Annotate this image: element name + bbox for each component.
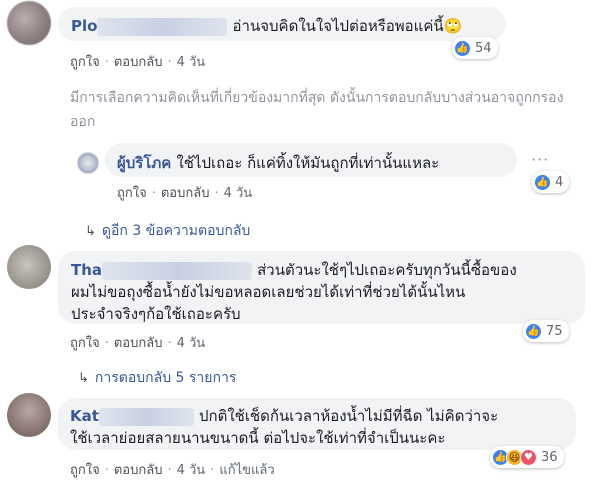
comment-text-line: ส่วนตัวนะใช้ๆไปเถอะครับทุกวันนี้ซื้อของ bbox=[257, 261, 517, 279]
more-options-button[interactable]: ··· bbox=[531, 150, 549, 169]
comment-actions: ถูกใจ · ตอบกลับ · 4 วัน · แก้ไขแล้ว bbox=[70, 463, 275, 478]
reaction-count: 54 bbox=[475, 40, 492, 56]
comment-actions: ถูกใจ · ตอบกลับ · 4 วัน bbox=[70, 336, 206, 351]
commenter-name[interactable]: Tha bbox=[71, 261, 102, 279]
commenter-name[interactable]: Plo bbox=[71, 17, 97, 35]
edited-label[interactable]: แก้ไขแล้ว bbox=[219, 463, 274, 478]
relevance-note: มีการเลือกความคิดเห็นที่เกี่ยวข้องมากที่… bbox=[70, 90, 564, 130]
blurred-name bbox=[97, 17, 228, 36]
timestamp[interactable]: 4 วัน bbox=[177, 463, 206, 478]
reaction-count: 75 bbox=[546, 323, 563, 339]
comment-bubble: Kat ปกติใช้เช็ดก้นเวลาห้องน้ำไม่มีที่ฉีด… bbox=[58, 398, 576, 450]
timestamp[interactable]: 4 วัน bbox=[177, 55, 206, 70]
reply-text: ใช้ไปเถอะ ก็แค่ทิ้งให้มันถูกที่เท่านั้นแ… bbox=[176, 154, 440, 172]
like-reaction-icon: 👍 bbox=[525, 322, 542, 340]
reply-link[interactable]: ตอบกลับ bbox=[114, 463, 163, 478]
comment-bubble: Tha ส่วนตัวนะใช้ๆไปเถอะครับทุกวันนี้ซื้อ… bbox=[58, 251, 585, 324]
reply-arrow-icon: ↳ bbox=[78, 371, 89, 386]
blurred-name bbox=[98, 407, 194, 426]
comment-text-line: ใช้เวลาย่อยสลายนานขนาดนี้ ต่อไปจะใช้เท่า… bbox=[70, 429, 446, 447]
comment-text: อ่านจบคิดในใจไปต่อหรือพอแค่นี้🙄 bbox=[232, 17, 463, 35]
reaction-summary[interactable]: 👍 75 bbox=[523, 320, 569, 342]
like-link[interactable]: ถูกใจ bbox=[70, 336, 100, 351]
comment-text-line: ปกติใช้เช็ดก้นเวลาห้องน้ำไม่มีที่ฉีด ไม่… bbox=[199, 407, 499, 425]
commenter-avatar[interactable] bbox=[7, 393, 51, 437]
timestamp[interactable]: 4 วัน bbox=[177, 336, 206, 351]
comment-bubble: Plo อ่านจบคิดในใจไปต่อหรือพอแค่นี้🙄 bbox=[58, 7, 506, 41]
reply-actions: ถูกใจ · ตอบกลับ · 4 วัน bbox=[117, 186, 253, 201]
commenter-name[interactable]: Kat bbox=[70, 407, 99, 425]
reply-arrow-icon: ↳ bbox=[85, 224, 96, 239]
reply-author-name[interactable]: ผู้บริโภค bbox=[117, 154, 171, 172]
love-reaction-icon: ♥ bbox=[520, 448, 537, 466]
reaction-count: 36 bbox=[541, 449, 558, 465]
commenter-avatar[interactable] bbox=[7, 1, 51, 45]
reply-link[interactable]: ตอบกลับ bbox=[161, 186, 210, 201]
reaction-summary[interactable]: 👍 54 bbox=[452, 37, 498, 59]
reply-avatar[interactable] bbox=[77, 152, 99, 174]
commenter-avatar[interactable] bbox=[7, 245, 51, 289]
comment-text-line: ผมไม่ขอถุงซื้อน้ำยังไม่ขอหลอดเลยช่วยได้เ… bbox=[71, 283, 466, 301]
like-reaction-icon: 👍 bbox=[534, 173, 551, 191]
reply-link[interactable]: ตอบกลับ bbox=[114, 55, 163, 70]
blurred-name bbox=[102, 261, 253, 280]
reply-reaction-summary[interactable]: 👍 4 bbox=[532, 171, 570, 193]
view-more-replies-link[interactable]: ↳ ดูอีก 3 ข้อความตอบกลับ bbox=[85, 220, 250, 242]
like-link[interactable]: ถูกใจ bbox=[70, 463, 100, 478]
comment-text-line: ประจำจริงๆก้อใช้เถอะครับ bbox=[71, 305, 241, 323]
reply-bubble: ผู้บริโภค ใช้ไปเถอะ ก็แค่ทิ้งให้มันถูกที… bbox=[105, 143, 517, 177]
replies-link-label[interactable]: การตอบกลับ 5 รายการ bbox=[95, 370, 236, 386]
timestamp[interactable]: 4 วัน bbox=[224, 186, 253, 201]
view-more-replies-label[interactable]: ดูอีก 3 ข้อความตอบกลับ bbox=[102, 223, 250, 239]
like-link[interactable]: ถูกใจ bbox=[70, 55, 100, 70]
reaction-summary[interactable]: 👍 😆 ♥ 36 bbox=[490, 446, 564, 468]
replies-link[interactable]: ↳ การตอบกลับ 5 รายการ bbox=[78, 367, 236, 389]
like-reaction-icon: 👍 bbox=[454, 39, 471, 57]
comment-actions: ถูกใจ · ตอบกลับ · 4 วัน bbox=[70, 55, 206, 70]
reply-link[interactable]: ตอบกลับ bbox=[114, 336, 163, 351]
reaction-count: 4 bbox=[555, 174, 564, 190]
like-link[interactable]: ถูกใจ bbox=[117, 186, 147, 201]
